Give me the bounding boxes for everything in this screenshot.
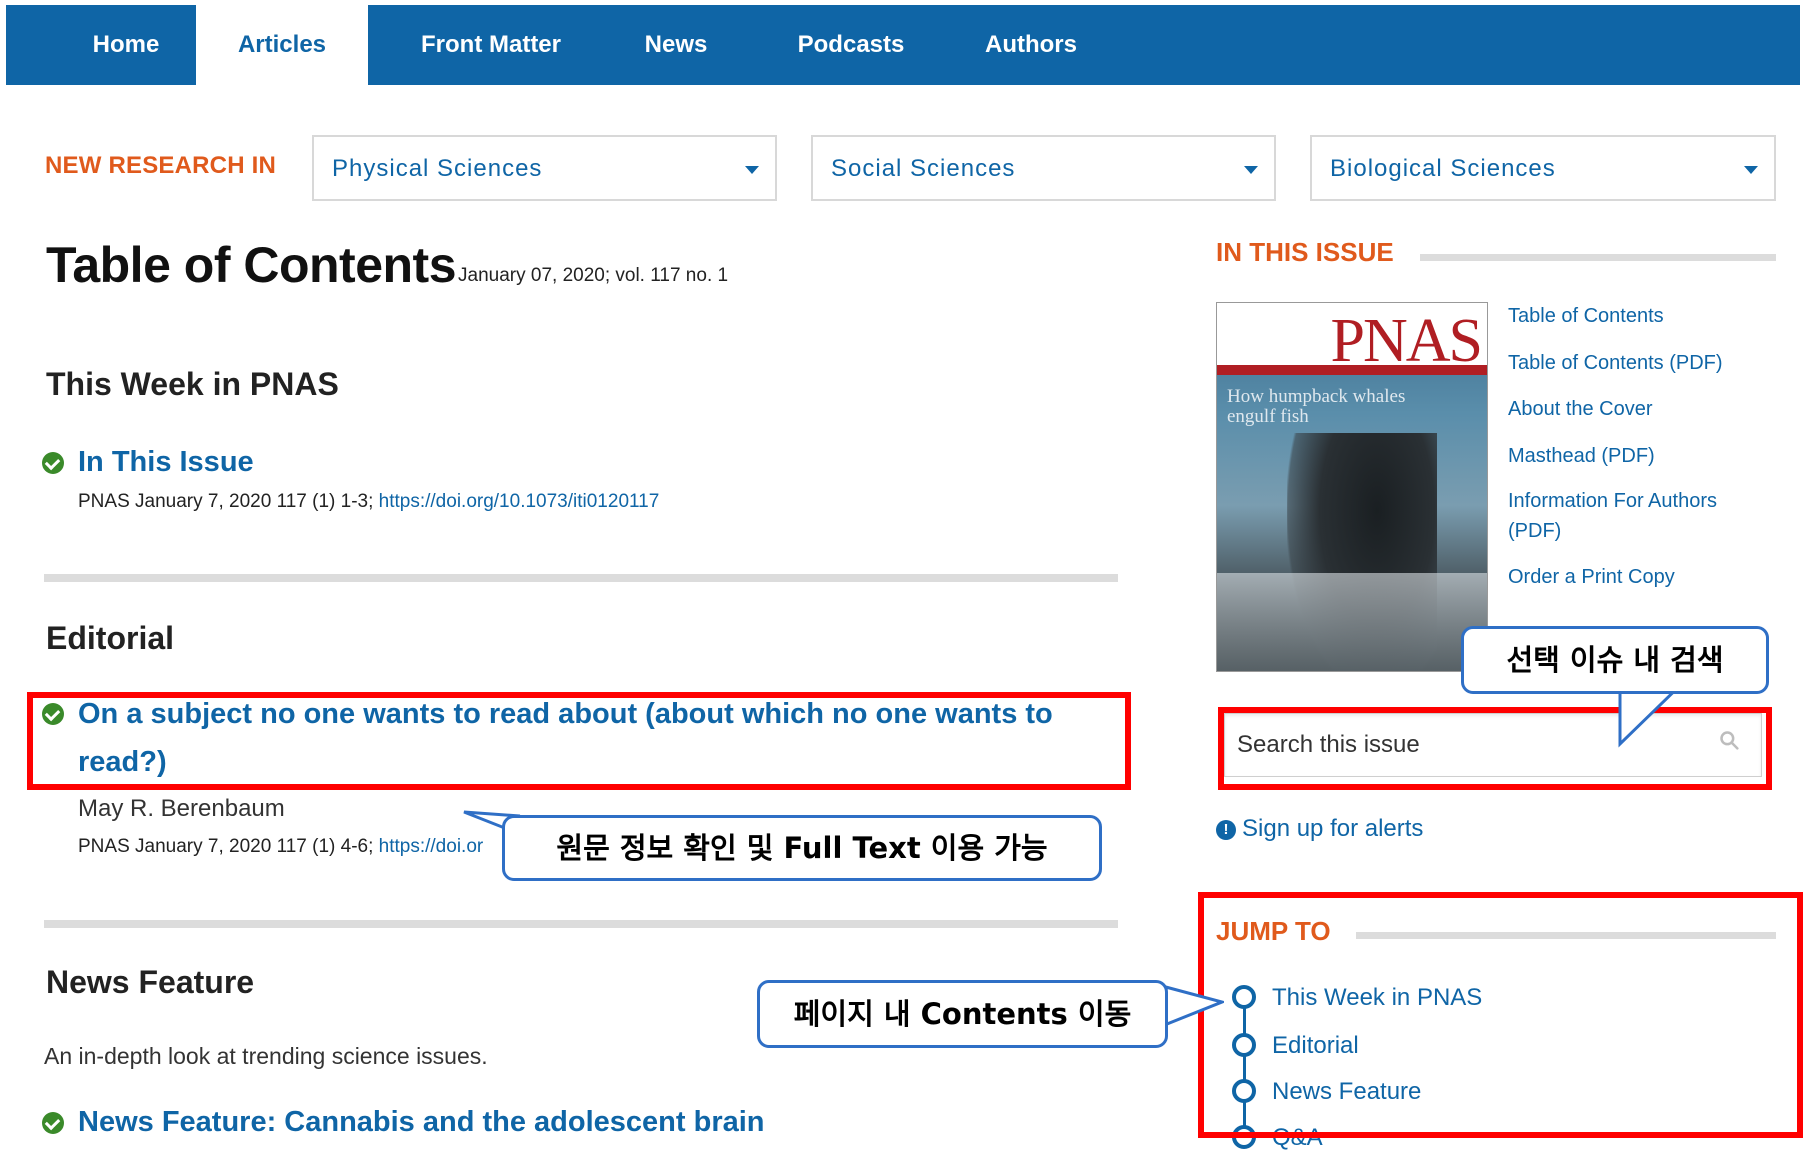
author-name: May R. Berenbaum: [78, 795, 285, 822]
search-callout: 선택 이슈 내 검색: [1461, 626, 1769, 694]
highlight-jump-to: [1198, 892, 1803, 1138]
link-information-for-authors[interactable]: Information For Authors (PDF): [1508, 486, 1717, 546]
alert-link-text: Sign up for alerts: [1242, 815, 1424, 842]
physical-sciences-dropdown[interactable]: Physical Sciences: [312, 135, 777, 201]
issue-cover-image[interactable]: PNAS How humpback whales engulf fish: [1216, 302, 1488, 672]
dropdown-label: Physical Sciences: [332, 155, 543, 182]
doi-link[interactable]: https://doi.org/10.1073/iti0120117: [379, 491, 660, 512]
citation: PNAS January 7, 2020 117 (1) 4-6; https:…: [78, 836, 483, 858]
biological-sciences-dropdown[interactable]: Biological Sciences: [1310, 135, 1776, 201]
water-splash: [1217, 573, 1487, 671]
page-title: Table of Contents: [46, 237, 457, 293]
divider: [44, 574, 1118, 582]
divider: [1420, 254, 1776, 261]
in-this-issue-heading: IN THIS ISSUE: [1216, 237, 1394, 267]
cover-masthead: PNAS: [1330, 307, 1483, 375]
link-table-of-contents-pdf[interactable]: Table of Contents (PDF): [1508, 348, 1723, 378]
fulltext-callout: 원문 정보 확인 및 Full Text 이용 가능: [502, 815, 1102, 881]
top-navigation: Home Articles Front Matter News Podcasts…: [6, 5, 1800, 85]
chevron-down-icon: [1744, 166, 1758, 174]
cover-headline: How humpback whales engulf fish: [1227, 386, 1406, 427]
citation-text: PNAS January 7, 2020 117 (1) 1-3;: [78, 491, 379, 512]
section-heading-this-week: This Week in PNAS: [46, 366, 339, 402]
dropdown-label: Biological Sciences: [1330, 155, 1556, 182]
link-order-print-copy[interactable]: Order a Print Copy: [1508, 562, 1675, 592]
article-link-in-this-issue[interactable]: In This Issue: [78, 438, 254, 486]
divider: [44, 920, 1118, 928]
highlight-editorial-article: [27, 692, 1131, 790]
nav-podcasts[interactable]: Podcasts: [776, 5, 926, 85]
nav-home[interactable]: Home: [66, 5, 186, 85]
citation: PNAS January 7, 2020 117 (1) 1-3; https:…: [78, 491, 659, 513]
nav-front-matter[interactable]: Front Matter: [396, 5, 586, 85]
link-text-line: (PDF): [1508, 520, 1562, 542]
citation-text: PNAS January 7, 2020 117 (1) 4-6;: [78, 836, 379, 857]
dropdown-label: Social Sciences: [831, 155, 1016, 182]
new-research-label: NEW RESEARCH IN: [45, 152, 277, 179]
section-heading-news-feature: News Feature: [46, 964, 255, 1000]
callout-pointer: [1160, 984, 1224, 1028]
link-table-of-contents[interactable]: Table of Contents: [1508, 301, 1664, 331]
section-description: An in-depth look at trending science iss…: [44, 1043, 488, 1069]
article-link-news-feature[interactable]: News Feature: Cannabis and the adolescen…: [78, 1098, 765, 1146]
jump-callout: 페이지 내 Contents 이동: [757, 980, 1168, 1048]
sign-up-alerts-link[interactable]: ! Sign up for alerts: [1216, 815, 1423, 843]
nav-articles[interactable]: Articles: [196, 5, 368, 85]
link-about-the-cover[interactable]: About the Cover: [1508, 394, 1653, 424]
social-sciences-dropdown[interactable]: Social Sciences: [811, 135, 1276, 201]
link-masthead-pdf[interactable]: Masthead (PDF): [1508, 441, 1655, 471]
nav-authors[interactable]: Authors: [966, 5, 1096, 85]
issue-date: January 07, 2020; vol. 117 no. 1: [458, 265, 729, 286]
check-circle-icon: [42, 1112, 64, 1134]
chevron-down-icon: [745, 166, 759, 174]
check-circle-icon: [42, 452, 64, 474]
info-icon: !: [1216, 820, 1236, 840]
link-text-line: Information For Authors: [1508, 490, 1717, 512]
chevron-down-icon: [1244, 166, 1258, 174]
section-heading-editorial: Editorial: [46, 620, 175, 656]
nav-news[interactable]: News: [626, 5, 726, 85]
cover-strap: [1217, 365, 1487, 375]
